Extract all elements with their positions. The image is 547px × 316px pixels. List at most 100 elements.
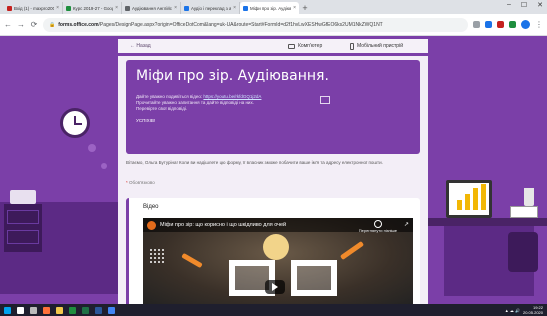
play-button[interactable] — [265, 280, 285, 294]
close-tab-icon[interactable]: × — [233, 5, 236, 11]
desc-line-1: Дайте уважно подивіться відео: — [136, 94, 204, 99]
tray-icons[interactable]: ▲ ☁ 🔊 — [505, 308, 520, 313]
video-section-label: Відео — [143, 204, 159, 210]
browser-toolbar: ← → ⟳ 🔒 forms.office.com /Pages/DesignPa… — [0, 14, 547, 36]
address-bar[interactable]: 🔒 forms.office.com /Pages/DesignPage.asp… — [43, 17, 468, 32]
tab-favicon-icon — [184, 5, 189, 11]
channel-logo[interactable] — [147, 220, 156, 230]
image-icon — [320, 96, 330, 104]
profile-avatar[interactable] — [521, 20, 530, 29]
glasses-art — [225, 260, 345, 300]
browser-tab[interactable]: Вхід (1) - maxpro2005@...× — [4, 2, 63, 14]
embedded-video-player[interactable]: Міфи про зір: що корисно і що шкідливо д… — [143, 218, 413, 304]
browser-tab[interactable]: Аудіювання Англійська...× — [122, 2, 181, 14]
mobile-view-label: Мобільний пристрій — [357, 43, 403, 49]
chart-bar — [473, 188, 478, 210]
video-link[interactable]: https://youtu.be/rkfdGQ1j2dA — [203, 94, 261, 99]
extension-icons: ⋮ — [473, 20, 543, 29]
store-icon[interactable] — [69, 306, 76, 314]
reload-icon[interactable]: ⟳ — [30, 20, 38, 29]
page-header: ← Назад Комп'ютер Мобільний пристрій — [0, 36, 547, 56]
star-icon[interactable] — [473, 21, 480, 28]
chart-monitor-icon — [446, 180, 492, 218]
desktop-view-label: Комп'ютер — [298, 43, 323, 49]
close-window-button[interactable]: ✕ — [537, 1, 543, 9]
mobile-view-button[interactable]: Мобільний пристрій — [350, 42, 403, 50]
window-controls: – ☐ ✕ — [507, 1, 543, 9]
form-title: Міфи про зір. Аудіювання. — [136, 68, 329, 84]
pencil-cup — [524, 188, 534, 206]
share-icon[interactable]: ↗ — [404, 221, 409, 228]
required-asterisk: * — [126, 180, 128, 185]
back-nav-icon[interactable]: ← — [4, 20, 12, 29]
watch-later-button[interactable]: Переглянути пізніше — [359, 220, 397, 233]
browser-tab[interactable]: Аудіо і переклад з англ. т...× — [181, 2, 240, 14]
tab-title: Курс 2019-27 - Google Д... — [73, 5, 113, 11]
tab-favicon-icon — [7, 5, 12, 11]
forward-nav-icon[interactable]: → — [17, 20, 25, 29]
tab-favicon-icon — [125, 5, 130, 11]
browser-tab[interactable]: Міфи про зір. Аудіювання.× — [240, 2, 299, 14]
url-host: forms.office.com — [58, 21, 99, 28]
clock-icon — [60, 108, 90, 138]
desc-line-2: Прочитайте уважно запитання та дайте від… — [136, 100, 254, 105]
desktop-view-button[interactable]: Комп'ютер — [288, 43, 322, 49]
close-tab-icon[interactable]: × — [293, 5, 296, 11]
cabinet — [4, 204, 42, 252]
system-tray: ▲ ☁ 🔊 19:22 20.05.2020 — [505, 305, 543, 315]
video-title[interactable]: Міфи про зір: що корисно і що шкідливо д… — [160, 222, 286, 228]
play-icon — [272, 283, 278, 291]
identity-notice: Вітаємо, Ольга Бутуріна! Коли ви надішле… — [126, 160, 383, 165]
browser-tab-strip: Вхід (1) - maxpro2005@...×Курс 2019-27 -… — [0, 0, 547, 14]
minimize-button[interactable]: – — [507, 1, 511, 9]
maximize-button[interactable]: ☐ — [521, 1, 527, 9]
tab-title: Аудіо і переклад з англ. т... — [191, 5, 231, 11]
menu-icon[interactable]: ⋮ — [535, 20, 543, 29]
printer-icon — [10, 190, 36, 204]
glasses-lens — [291, 260, 337, 296]
preview-bar: ← Назад Комп'ютер Мобільний пристрій — [118, 39, 428, 53]
search-icon[interactable] — [17, 306, 24, 314]
extension-icon[interactable] — [485, 21, 492, 28]
close-tab-icon[interactable]: × — [115, 5, 118, 11]
new-tab-button[interactable]: + — [299, 2, 311, 14]
form-description: Дайте уважно подивіться відео: https://y… — [136, 94, 410, 112]
close-tab-icon[interactable]: × — [174, 5, 177, 11]
books — [510, 206, 538, 218]
explorer-icon[interactable] — [56, 306, 63, 314]
taskbar-clock[interactable]: 19:22 20.05.2020 — [523, 305, 543, 315]
browser-tab[interactable]: Курс 2019-27 - Google Д...× — [63, 2, 122, 14]
cabinet-drawer — [7, 210, 39, 224]
clock-date: 20.05.2020 — [522, 310, 543, 315]
start-icon[interactable] — [4, 306, 11, 314]
right-desk — [428, 218, 547, 226]
right-illustration — [428, 56, 547, 304]
excel-icon[interactable] — [82, 306, 89, 314]
extension-icon[interactable] — [497, 21, 504, 28]
word-icon[interactable] — [95, 306, 102, 314]
tab-favicon-icon — [243, 5, 248, 11]
tab-favicon-icon — [66, 5, 71, 11]
cabinet-drawer — [7, 230, 39, 244]
extension-icon[interactable] — [509, 21, 516, 28]
chart-bar — [465, 194, 470, 210]
url-path: /Pages/DesignPage.aspx?origin=OfficeDotC… — [98, 21, 383, 28]
chart-bar — [457, 200, 462, 210]
desc-line-3: Перевірте свої відповіді. — [136, 106, 188, 111]
taskview-icon[interactable] — [30, 306, 37, 314]
tab-title: Аудіювання Англійська... — [132, 5, 172, 11]
back-link[interactable]: ← Назад — [130, 43, 151, 49]
chrome-icon[interactable] — [108, 306, 115, 314]
chair — [508, 232, 538, 272]
video-question-card: Відео Міфи про зір: що корисно і що шкід… — [126, 198, 420, 304]
chart-bar — [481, 184, 486, 210]
tab-title: Міфи про зір. Аудіювання. — [250, 5, 291, 11]
monitor-icon — [288, 43, 295, 49]
required-text: Обов'язково — [129, 180, 155, 185]
video-dots-art — [149, 248, 165, 264]
form-header: Міфи про зір. Аудіювання. Дайте уважно п… — [126, 60, 420, 154]
clock-icon — [373, 220, 382, 228]
firefox-icon[interactable] — [43, 306, 50, 314]
close-tab-icon[interactable]: × — [56, 5, 59, 11]
phone-icon — [350, 42, 354, 50]
